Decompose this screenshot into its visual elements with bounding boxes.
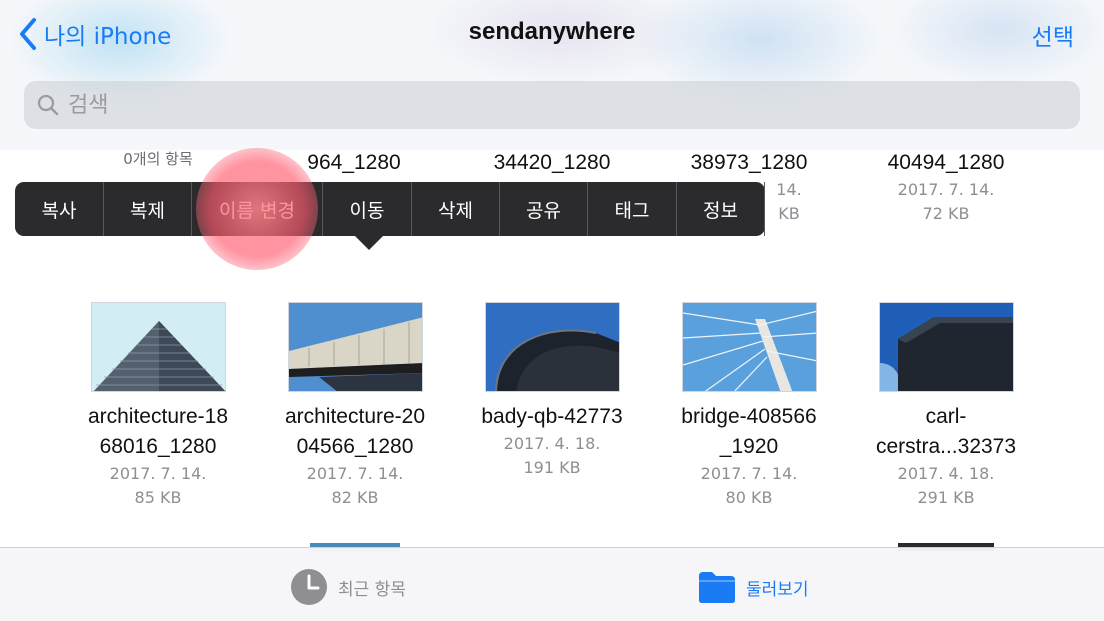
file-name-line1: architecture-18 bbox=[87, 405, 229, 428]
file-name-line1: architecture-20 bbox=[284, 405, 426, 428]
search-icon bbox=[37, 94, 59, 116]
menu-item-duplicate[interactable]: 복제 bbox=[104, 182, 192, 236]
file-name-line2: 04566_1280 bbox=[296, 435, 414, 458]
context-menu: 복사 복제 이름 변경 이동 삭제 공유 태그 정보 bbox=[15, 182, 765, 250]
file-name-line2: cerstra...32373 bbox=[875, 435, 1017, 458]
file-name-line1: bridge-408566 bbox=[681, 405, 817, 428]
files-app-screen: 나의 iPhone sendanywhere 선택 0개의 항목 964_128… bbox=[0, 0, 1104, 621]
file-size: 191 KB bbox=[523, 458, 581, 477]
file-item[interactable]: 964_1280 bbox=[254, 148, 454, 178]
file-size: 291 KB bbox=[917, 488, 975, 507]
menu-item-info[interactable]: 정보 bbox=[677, 182, 765, 236]
file-name-line1: carl- bbox=[925, 405, 967, 428]
file-item[interactable]: architecture-20 04566_1280 2017. 7. 14. … bbox=[265, 302, 445, 510]
file-date: 2017. 4. 18. bbox=[503, 434, 601, 453]
menu-item-share[interactable]: 공유 bbox=[500, 182, 588, 236]
menu-item-move[interactable]: 이동 bbox=[323, 182, 412, 236]
menu-item-tags[interactable]: 태그 bbox=[588, 182, 677, 236]
file-name-line1: bady-qb-42773 bbox=[481, 405, 623, 428]
tab-recents[interactable]: 최근 항목 bbox=[290, 568, 406, 606]
file-name: 40494_1280 bbox=[887, 151, 1005, 174]
file-name: 34420_1280 bbox=[493, 151, 611, 174]
tab-recents-label: 최근 항목 bbox=[338, 579, 406, 600]
file-thumbnail bbox=[681, 302, 817, 392]
menu-item-rename[interactable]: 이름 변경 bbox=[192, 182, 323, 236]
navigation-header: 나의 iPhone sendanywhere 선택 bbox=[0, 0, 1104, 150]
file-thumbnail bbox=[90, 302, 226, 392]
menu-item-delete[interactable]: 삭제 bbox=[412, 182, 500, 236]
item-count-label: 0개의 항목 bbox=[123, 150, 193, 168]
file-name-line2: _1920 bbox=[719, 435, 779, 458]
file-thumbnail bbox=[287, 302, 423, 392]
file-date: 2017. 7. 14. bbox=[109, 464, 207, 483]
file-item[interactable]: carl- cerstra...32373 2017. 4. 18. 291 K… bbox=[856, 302, 1036, 510]
file-name: 964_1280 bbox=[307, 151, 401, 174]
file-name-line2: 68016_1280 bbox=[99, 435, 217, 458]
file-size: 85 KB bbox=[134, 488, 182, 507]
file-item[interactable]: 34420_1280 bbox=[452, 148, 652, 178]
file-grid: architecture-18 68016_1280 2017. 7. 14. … bbox=[0, 302, 1104, 532]
file-date: 2017. 7. 14. bbox=[897, 180, 995, 199]
menu-item-copy[interactable]: 복사 bbox=[15, 182, 104, 236]
select-button[interactable]: 선택 bbox=[1032, 18, 1074, 52]
file-name: 38973_1280 bbox=[690, 151, 808, 174]
tab-browse[interactable]: 둘러보기 bbox=[698, 568, 809, 606]
file-date: 2017. 7. 14. bbox=[306, 464, 404, 483]
file-size: 72 KB bbox=[922, 204, 970, 223]
file-item[interactable]: bady-qb-42773 2017. 4. 18. 191 KB bbox=[462, 302, 642, 480]
context-menu-pointer bbox=[355, 236, 383, 250]
file-date: 2017. 4. 18. bbox=[897, 464, 995, 483]
file-thumbnail bbox=[878, 302, 1014, 392]
file-item[interactable]: architecture-18 68016_1280 2017. 7. 14. … bbox=[68, 302, 248, 510]
file-date: 2017. 7. 14. bbox=[700, 464, 798, 483]
tab-browse-label: 둘러보기 bbox=[746, 579, 809, 600]
clock-icon bbox=[291, 569, 327, 605]
search-bar[interactable] bbox=[24, 81, 1080, 129]
page-title: sendanywhere bbox=[468, 18, 636, 45]
file-size: 82 KB bbox=[331, 488, 379, 507]
search-input[interactable] bbox=[68, 92, 968, 118]
folder-icon bbox=[699, 572, 735, 603]
file-item[interactable]: bridge-408566 _1920 2017. 7. 14. 80 KB bbox=[659, 302, 839, 510]
file-item[interactable]: 40494_1280 2017. 7. 14. 72 KB bbox=[846, 148, 1046, 226]
file-size: 80 KB bbox=[725, 488, 773, 507]
file-thumbnail bbox=[484, 302, 620, 392]
tab-bar: 최근 항목 둘러보기 bbox=[0, 547, 1104, 621]
